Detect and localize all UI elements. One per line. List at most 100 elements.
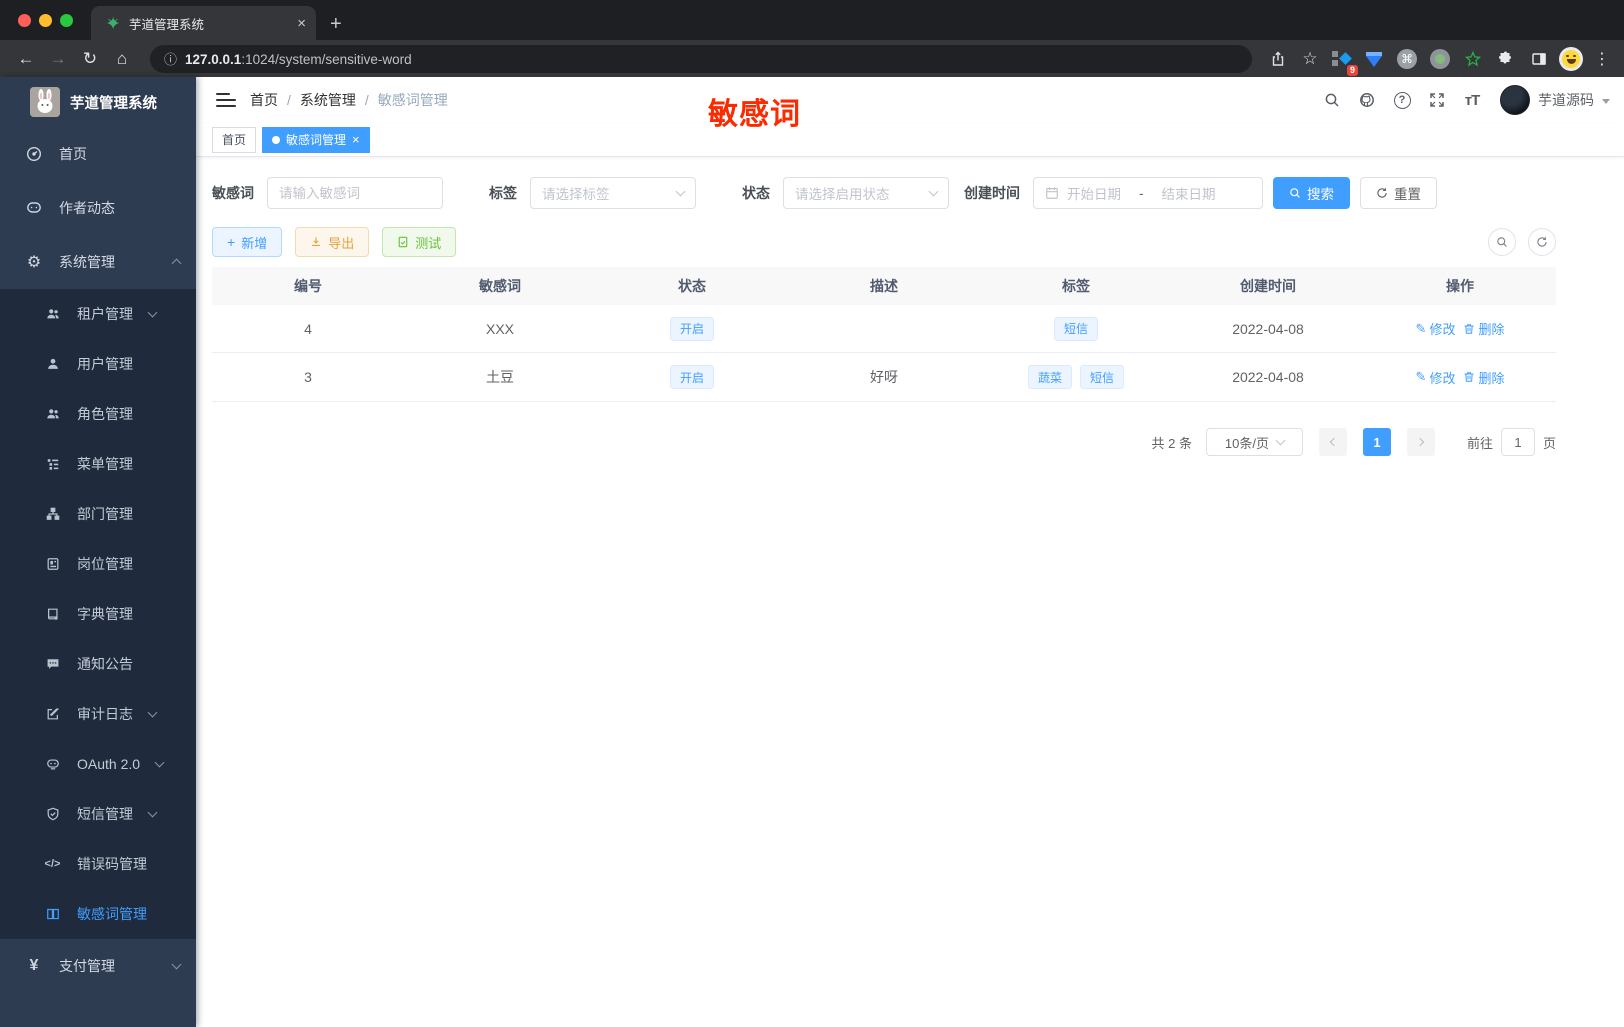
status-label: 状态 (742, 185, 770, 201)
sidebar-item-menu[interactable]: 菜单管理 (0, 439, 196, 489)
chevron-down-icon (171, 959, 182, 970)
gem-extension-icon[interactable] (1361, 46, 1387, 72)
breadcrumb-system[interactable]: 系统管理 (300, 90, 356, 110)
share-icon[interactable] (1264, 45, 1292, 73)
browser-window: 芋道管理系统 × + ← → ↻ ⌂ ⓘ 127.0.0.1:1024/syst… (0, 0, 1624, 1027)
edit-link[interactable]: ✎ 修改 (1416, 319, 1456, 338)
tag-label: 标签 (489, 185, 517, 201)
url-path: :1024/system/sensitive-word (241, 51, 412, 67)
calendar-icon (1046, 187, 1058, 199)
keyword-label: 敏感词 (212, 185, 254, 201)
address-bar[interactable]: ⓘ 127.0.0.1:1024/system/sensitive-word (150, 44, 1252, 73)
add-button[interactable]: + 新增 (212, 227, 283, 257)
proxy-extension-icon[interactable]: 9 (1328, 46, 1358, 76)
status-select[interactable]: 请选择启用状态 (783, 177, 949, 209)
sidebar-item-oauth[interactable]: OAuth 2.0 (0, 739, 196, 789)
edit-link[interactable]: ✎ 修改 (1416, 368, 1456, 387)
tag-chip: 蔬菜 (1027, 365, 1072, 389)
chevron-down-icon (1275, 435, 1286, 446)
show-search-toggle-button[interactable] (1488, 228, 1516, 256)
col-status: 状态 (678, 278, 706, 294)
recorder-extension-icon[interactable] (1427, 46, 1453, 72)
sidebar: 芋道管理系统 首页 作者动态 ⚙ 系统管理 租户管理 用户管理 角色管理 菜单管… (0, 77, 196, 1027)
tag-view-home[interactable]: 首页 (212, 126, 257, 153)
pagination: 共 2 条 10条/页 1 前往 1 页 (212, 428, 1556, 456)
fullscreen-icon[interactable] (1424, 87, 1450, 113)
goto-page-input[interactable]: 1 (1500, 428, 1535, 456)
page-size-select[interactable]: 10条/页 (1205, 428, 1303, 456)
keyword-input[interactable] (279, 185, 431, 201)
sidebar-item-notice[interactable]: 通知公告 (0, 639, 196, 689)
sidebar-menu: 首页 作者动态 ⚙ 系统管理 租户管理 用户管理 角色管理 菜单管理 部门管理 … (0, 127, 196, 1027)
tag-select[interactable]: 请选择标签 (530, 177, 696, 209)
browser-menu-icon[interactable]: ⋮ (1590, 49, 1614, 69)
forward-icon[interactable]: → (44, 45, 72, 73)
profile-avatar[interactable] (1559, 46, 1583, 71)
sidebar-item-home[interactable]: 首页 (0, 127, 196, 181)
sidebar-item-sms[interactable]: 短信管理 (0, 789, 196, 839)
sidebar-item-error-code[interactable]: </> 错误码管理 (0, 839, 196, 889)
tab-title: 芋道管理系统 (129, 17, 205, 32)
sidebar-item-post[interactable]: 岗位管理 (0, 539, 196, 589)
header-search-icon[interactable] (1319, 87, 1345, 113)
system-submenu: 租户管理 用户管理 角色管理 菜单管理 部门管理 岗位管理 字典管理 通知公告 … (0, 289, 196, 939)
browser-tab[interactable]: 芋道管理系统 × (91, 6, 316, 40)
search-button[interactable]: 搜索 (1273, 177, 1350, 209)
comment-icon (44, 656, 61, 673)
minimize-window-button[interactable] (39, 13, 52, 27)
puzzle-extensions-icon[interactable] (1493, 46, 1519, 72)
extension-icons: 9 ⌘ ⋮ (1328, 46, 1614, 76)
top-navbar: 首页 / 系统管理 / 敏感词管理 ? тT 芋道源码 (196, 77, 1624, 123)
side-panel-icon[interactable] (1526, 46, 1552, 72)
sidebar-item-tenant[interactable]: 租户管理 (0, 289, 196, 339)
logo-avatar (30, 87, 60, 117)
keyword-input-wrap (267, 177, 443, 209)
reload-icon[interactable]: ↻ (76, 45, 104, 73)
collapse-sidebar-icon[interactable] (216, 93, 236, 107)
sidebar-item-dept[interactable]: 部门管理 (0, 489, 196, 539)
test-button[interactable]: 测试 (382, 227, 457, 257)
zoom-window-button[interactable] (60, 13, 73, 27)
back-icon[interactable]: ← (12, 45, 40, 73)
close-window-button[interactable] (18, 13, 31, 27)
delete-link[interactable]: 删除 (1463, 319, 1504, 338)
close-tag-icon[interactable]: × (352, 133, 360, 146)
sidebar-item-user[interactable]: 用户管理 (0, 339, 196, 389)
bookmark-star-icon[interactable]: ☆ (1296, 45, 1324, 73)
id-badge-icon (44, 556, 61, 573)
row-word: XXX (485, 320, 514, 337)
dashboard-icon (25, 145, 43, 163)
sidebar-item-system[interactable]: ⚙ 系统管理 (0, 235, 196, 289)
home-icon[interactable]: ⌂ (108, 45, 136, 73)
current-page[interactable]: 1 (1362, 428, 1391, 456)
star-extension-icon[interactable] (1460, 46, 1486, 72)
reset-button[interactable]: 重置 (1360, 177, 1437, 209)
sidebar-item-role[interactable]: 角色管理 (0, 389, 196, 439)
chevron-down-icon (928, 186, 939, 197)
breadcrumb-home[interactable]: 首页 (250, 90, 278, 110)
sidebar-logo[interactable]: 芋道管理系统 (0, 77, 196, 127)
font-size-icon[interactable]: тT (1459, 87, 1485, 113)
tab-close-icon[interactable]: × (297, 16, 306, 31)
row-created: 2022-04-08 (1232, 369, 1304, 385)
user-menu[interactable]: 芋道源码 (1500, 85, 1610, 115)
search-form: 敏感词 标签 请选择标签 状态 请选择启用状态 (212, 177, 1556, 209)
github-icon[interactable] (1354, 87, 1380, 113)
delete-link[interactable]: 删除 (1463, 368, 1504, 387)
sidebar-item-sensitive-word[interactable]: 敏感词管理 (0, 889, 196, 939)
date-range-picker[interactable]: 开始日期 - 结束日期 (1033, 177, 1263, 209)
prev-page-button[interactable] (1318, 428, 1347, 456)
sidebar-item-dict[interactable]: 字典管理 (0, 589, 196, 639)
log-edit-icon (44, 706, 61, 723)
sidebar-item-author-news[interactable]: 作者动态 (0, 181, 196, 235)
export-button[interactable]: 导出 (295, 227, 370, 257)
command-extension-icon[interactable]: ⌘ (1394, 46, 1420, 72)
refresh-table-button[interactable] (1528, 228, 1556, 256)
help-icon[interactable]: ? (1389, 87, 1415, 113)
sidebar-item-audit-log[interactable]: 审计日志 (0, 689, 196, 739)
new-tab-button[interactable]: + (330, 14, 342, 34)
sidebar-item-payment[interactable]: ¥ 支付管理 (0, 939, 196, 993)
tag-view-sensitive-word[interactable]: 敏感词管理 × (262, 126, 370, 153)
site-info-icon[interactable]: ⓘ (164, 49, 177, 68)
next-page-button[interactable] (1406, 428, 1435, 456)
